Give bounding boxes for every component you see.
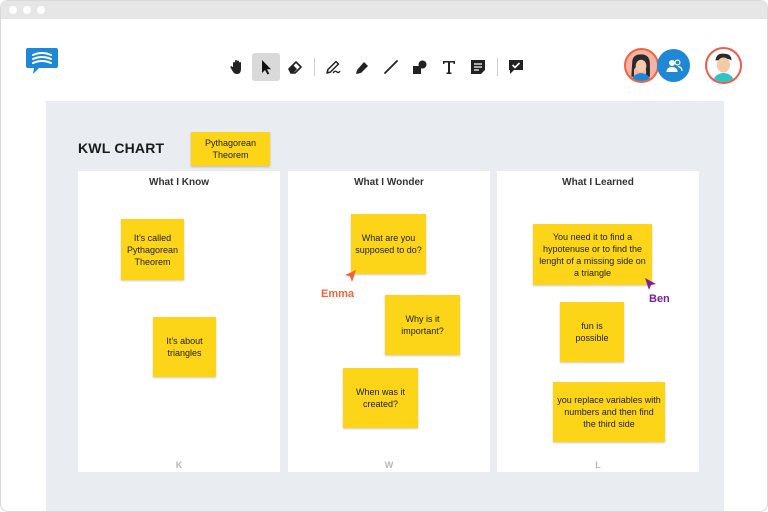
app-logo-icon[interactable] <box>25 46 59 76</box>
sticky-note[interactable]: It’s called Pythagorean Theorem <box>121 219 184 280</box>
drawing-toolbar <box>223 53 531 81</box>
ben-cursor-label: Ben <box>649 293 670 305</box>
hand-icon <box>230 60 241 74</box>
eraser-tool-button[interactable] <box>281 53 309 81</box>
highlighter-tool-button[interactable] <box>348 53 376 81</box>
column-letter: W <box>384 460 394 470</box>
select-tool-button[interactable] <box>252 53 280 81</box>
sticky-note[interactable]: you replace variables with numbers and t… <box>553 382 665 442</box>
board-title: KWL CHART <box>78 140 165 156</box>
ben-cursor-icon <box>645 278 656 290</box>
topic-sticky-note[interactable]: Pythagorean Theorem <box>191 132 270 166</box>
pen-tool-button[interactable] <box>319 53 347 81</box>
emma-cursor-icon <box>345 270 356 282</box>
text-icon <box>443 61 455 74</box>
window-titlebar <box>1 1 767 19</box>
hand-tool-button[interactable] <box>223 53 251 81</box>
sticky-note-tool-button[interactable] <box>464 53 492 81</box>
user-avatar-ben[interactable] <box>705 47 742 84</box>
sticky-note[interactable]: What are you supposed to do? <box>351 214 426 274</box>
window-dot <box>23 6 31 14</box>
pen-icon <box>326 60 341 74</box>
sticky-note[interactable]: When was it created? <box>343 368 418 428</box>
emma-cursor-label: Emma <box>321 288 355 300</box>
sticky-note[interactable]: fun is possible <box>560 302 624 362</box>
toolbar-divider <box>497 58 498 76</box>
pointer-icon <box>262 60 271 75</box>
eraser-icon <box>288 61 302 74</box>
user-avatar-emma[interactable] <box>624 48 659 83</box>
column-title: What I Learned <box>562 177 634 188</box>
app-window: KWL CHART Pythagorean Theorem What I Kno… <box>0 0 768 512</box>
window-dot <box>37 6 45 14</box>
participants-button[interactable] <box>657 49 690 82</box>
toolbar-divider <box>314 58 315 76</box>
text-tool-button[interactable] <box>435 53 463 81</box>
people-icon <box>666 58 683 72</box>
sticky-note[interactable]: Why is it important? <box>385 295 460 355</box>
line-tool-button[interactable] <box>377 53 405 81</box>
sticky-note-icon <box>471 60 485 74</box>
sticky-note[interactable]: It’s about triangles <box>153 317 216 377</box>
shapes-tool-button[interactable] <box>406 53 434 81</box>
line-icon <box>384 60 398 74</box>
highlighter-icon <box>356 62 368 74</box>
sticky-note[interactable]: You need it to find a hypotenuse or to f… <box>533 224 652 285</box>
column-title: What I Wonder <box>354 177 424 188</box>
column-title: What I Know <box>149 177 209 188</box>
window-dot <box>9 6 17 14</box>
column-letter: L <box>595 460 601 470</box>
comment-tool-button[interactable] <box>502 53 530 81</box>
shapes-icon <box>413 60 427 74</box>
comment-check-icon <box>509 60 523 74</box>
column-letter: K <box>175 460 183 470</box>
